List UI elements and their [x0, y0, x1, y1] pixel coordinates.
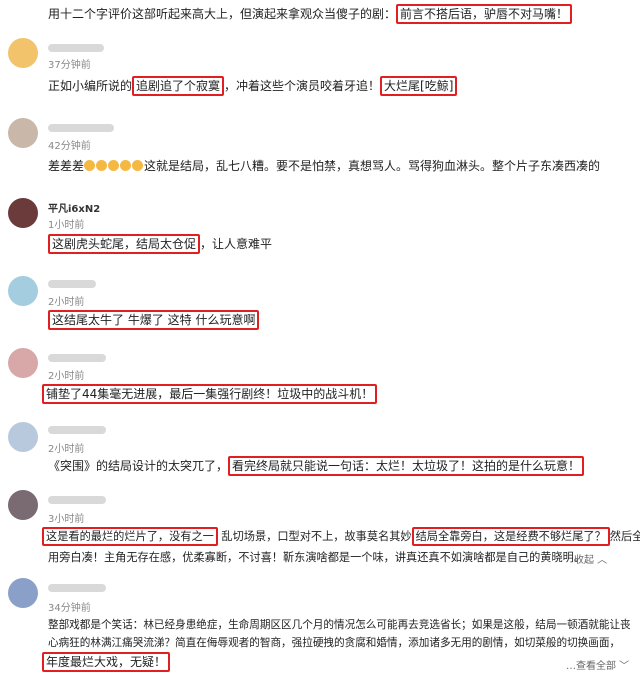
comment-text: 整部戏都是个笑话：林已经身患绝症，生命周期区区几个月的情况怎么可能再去竞选省长；…	[48, 619, 631, 631]
highlight-box: 这结尾太牛了 牛爆了 这特 什么玩意啊	[48, 310, 260, 330]
avatar[interactable]	[8, 348, 38, 378]
comment-text: 铺垫了44集毫无进展，最后一集强行剧终！垃圾中的战斗机！	[42, 384, 378, 404]
avatar[interactable]	[8, 422, 38, 452]
collapse-link[interactable]: 收起 ︿	[574, 551, 607, 566]
comment-time: 1小时前	[48, 220, 85, 231]
comment-time: 34分钟前	[48, 603, 91, 614]
comment-text-line2: 用旁白凑！主角无存在感，优柔寡断，不讨喜！靳东演啥都是一个味，讲真还真不如演啥都…	[48, 551, 586, 564]
avatar[interactable]	[8, 118, 38, 148]
comment-time: 2小时前	[48, 297, 85, 308]
comment-text: 正如小编所说的 追剧追了个寂寞 ，冲着这些个演员咬着牙追！ 大烂尾[吃鲸]	[48, 76, 458, 96]
comment-time: 42分钟前	[48, 141, 91, 152]
username-blurred[interactable]	[48, 280, 96, 288]
comment-text-line2: 心病狂的林满江痛哭流涕？简直在侮辱观者的智商，强拉硬拽的贪腐和婚情，添加诸多无用…	[48, 637, 621, 649]
highlight-box: 年度最烂大戏，无疑！	[42, 652, 171, 672]
avatar[interactable]	[8, 490, 38, 520]
view-all-link[interactable]: …查看全部 ﹀	[566, 657, 629, 672]
clap-emoji-icon	[132, 160, 144, 171]
highlight-box: 大烂尾[吃鲸]	[380, 76, 458, 96]
comment-time: 2小时前	[48, 444, 85, 455]
username-blurred[interactable]	[48, 584, 106, 592]
comment-text: 《突围》的结局设计的太突兀了， 看完终局就只能说一句话：太烂！太垃圾了！这拍的是什…	[48, 456, 585, 476]
clap-emoji-icon	[120, 160, 132, 171]
clap-emoji-icon	[84, 160, 96, 171]
highlight-box: 这剧虎头蛇尾，结局太仓促	[48, 234, 201, 254]
clap-emoji-icon	[108, 160, 120, 171]
comment-text-line3: 年度最烂大戏，无疑！	[42, 652, 171, 672]
comment-time: 3小时前	[48, 514, 85, 525]
comment-text: 这结尾太牛了 牛爆了 这特 什么玩意啊	[48, 310, 260, 330]
highlight-box: 这是看的最烂的烂片了，没有之一	[42, 527, 218, 546]
chevron-up-icon: ︿	[594, 555, 608, 566]
highlight-box: 结局全靠旁白，这是经费不够烂尾了？	[411, 527, 610, 546]
highlight-box: 看完终局就只能说一句话：太烂！太垃圾了！这拍的是什么玩意！	[228, 456, 585, 476]
username-blurred[interactable]	[48, 354, 106, 362]
comment-text: 差差差 这就是结局，乱七八糟。要不是怕禁，真想骂人。骂得狗血淋头。整个片子东凑西凑…	[48, 159, 601, 173]
comment-text: 这是看的最烂的烂片了，没有之一 乱切场景，口型对不上，故事莫名其妙 结局全靠旁白，…	[42, 527, 640, 546]
clap-emoji-icon	[96, 160, 108, 171]
highlight-box: 追剧追了个寂寞	[132, 76, 225, 96]
avatar[interactable]	[8, 276, 38, 306]
username-blurred[interactable]	[48, 44, 104, 52]
avatar[interactable]	[8, 38, 38, 68]
username-blurred[interactable]	[48, 496, 106, 504]
avatar[interactable]	[8, 578, 38, 608]
avatar[interactable]	[8, 198, 38, 228]
chevron-down-icon: ﹀	[616, 661, 630, 672]
highlight-box: 前言不搭后语，驴唇不对马嘴！	[396, 4, 573, 24]
username[interactable]: 平凡i6xN2	[48, 200, 100, 215]
comment-text: 用十二个字评价这部听起来高大上，但演起来拿观众当傻子的剧： 前言不搭后语，驴唇不对…	[48, 4, 573, 24]
username-blurred[interactable]	[48, 124, 114, 132]
comment-time: 37分钟前	[48, 60, 91, 71]
comment-time: 2小时前	[48, 371, 85, 382]
comment-text: 这剧虎头蛇尾，结局太仓促 ，让人意难平	[48, 234, 272, 254]
highlight-box: 铺垫了44集毫无进展，最后一集强行剧终！垃圾中的战斗机！	[42, 384, 378, 404]
username-blurred[interactable]	[48, 426, 106, 434]
